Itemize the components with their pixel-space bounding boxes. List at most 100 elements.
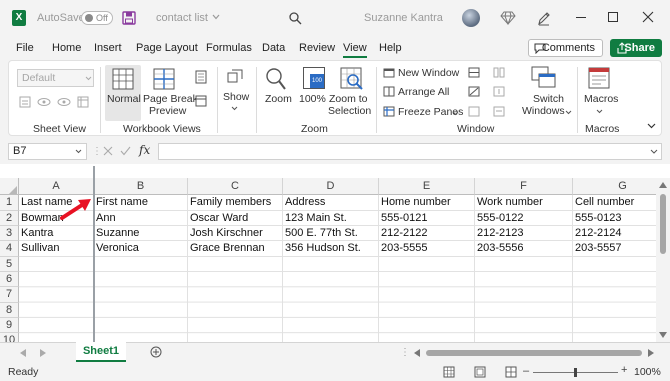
search-icon[interactable] bbox=[288, 11, 302, 25]
synchronous-scrolling-icon[interactable] bbox=[493, 86, 505, 97]
document-title[interactable]: contact list bbox=[156, 12, 208, 24]
vertical-scroll-thumb[interactable] bbox=[660, 194, 666, 254]
autosave-toggle[interactable]: Off bbox=[81, 11, 113, 25]
row-header-5[interactable]: 5 bbox=[0, 257, 19, 272]
column-header-c[interactable]: C bbox=[188, 178, 283, 195]
avatar[interactable] bbox=[462, 9, 480, 27]
scroll-up-icon[interactable] bbox=[659, 182, 667, 188]
collapse-ribbon-icon[interactable] bbox=[647, 123, 656, 129]
sheet-tab-sheet1[interactable]: Sheet1 bbox=[76, 342, 126, 362]
unhide-icon[interactable] bbox=[468, 106, 480, 117]
prev-sheet-icon[interactable] bbox=[20, 349, 26, 357]
freeze-pane-divider[interactable] bbox=[93, 166, 95, 342]
page-layout-status-icon[interactable] bbox=[474, 366, 486, 378]
zoom-slider-thumb[interactable] bbox=[574, 368, 577, 377]
cell-d2[interactable]: 123 Main St. bbox=[283, 211, 379, 226]
row-header-9[interactable]: 9 bbox=[0, 318, 19, 333]
vertical-scrollbar[interactable] bbox=[656, 178, 670, 344]
insert-function-icon[interactable]: fx bbox=[139, 143, 150, 157]
page-layout-view-icon[interactable] bbox=[195, 70, 207, 84]
save-icon[interactable] bbox=[122, 11, 136, 25]
zoom-100-icon[interactable]: 100 bbox=[303, 67, 325, 89]
column-header-b[interactable]: B bbox=[94, 178, 188, 195]
new-window-label[interactable]: New Window bbox=[398, 67, 459, 79]
pen-icon[interactable] bbox=[537, 10, 551, 26]
normal-view-status-icon[interactable] bbox=[443, 366, 455, 378]
maximize-icon[interactable] bbox=[608, 12, 618, 22]
cell-g3[interactable]: 212-2124 bbox=[573, 226, 656, 241]
user-name[interactable]: Suzanne Kantra bbox=[364, 12, 443, 24]
split-icon[interactable] bbox=[468, 67, 480, 78]
column-header-e[interactable]: E bbox=[379, 178, 475, 195]
cell-c1[interactable]: Family members bbox=[188, 195, 283, 211]
chevron-down-icon[interactable] bbox=[75, 149, 82, 154]
horizontal-scroll-thumb[interactable] bbox=[426, 350, 642, 356]
cancel-icon[interactable] bbox=[103, 146, 113, 156]
cell-d4[interactable]: 356 Hudson St. bbox=[283, 241, 379, 257]
row-header-2[interactable]: 2 bbox=[0, 211, 19, 226]
sheet-view-keep-icon[interactable] bbox=[19, 96, 31, 108]
cell-g2[interactable]: 555-0123 bbox=[573, 211, 656, 226]
scroll-left-icon[interactable] bbox=[414, 349, 420, 357]
row-header-10[interactable]: 10 bbox=[0, 333, 19, 342]
menu-home[interactable]: Home bbox=[52, 42, 81, 54]
scroll-down-icon[interactable] bbox=[659, 332, 667, 338]
cell-f4[interactable]: 203-5556 bbox=[475, 241, 573, 257]
menu-help[interactable]: Help bbox=[379, 42, 402, 54]
column-header-f[interactable]: F bbox=[475, 178, 573, 195]
cell-c3[interactable]: Josh Kirschner bbox=[188, 226, 283, 241]
add-sheet-icon[interactable] bbox=[150, 346, 162, 358]
row-header-7[interactable]: 7 bbox=[0, 287, 19, 303]
hide-icon[interactable] bbox=[468, 86, 480, 97]
sheet-view-options-icon[interactable] bbox=[77, 96, 89, 108]
row-header-6[interactable]: 6 bbox=[0, 272, 19, 287]
next-sheet-icon[interactable] bbox=[40, 349, 46, 357]
zoom-in-icon[interactable]: + bbox=[621, 365, 627, 376]
switch-windows-icon[interactable] bbox=[531, 66, 557, 90]
sheet-view-exit-icon[interactable] bbox=[37, 97, 51, 107]
cell-c4[interactable]: Grace Brennan bbox=[188, 241, 283, 257]
close-icon[interactable] bbox=[642, 11, 654, 23]
cell-f1[interactable]: Work number bbox=[475, 195, 573, 211]
cell-a4[interactable]: Sullivan bbox=[19, 241, 94, 257]
column-header-d[interactable]: D bbox=[283, 178, 379, 195]
row-header-4[interactable]: 4 bbox=[0, 241, 19, 257]
zoom-level[interactable]: 100% bbox=[634, 366, 661, 378]
macros-icon[interactable] bbox=[587, 66, 611, 90]
zoom-to-selection-icon[interactable] bbox=[340, 67, 364, 91]
menu-formulas[interactable]: Formulas bbox=[206, 42, 252, 54]
cell-g1[interactable]: Cell number bbox=[573, 195, 656, 211]
column-header-g[interactable]: G bbox=[573, 178, 656, 195]
row-header-1[interactable]: 1 bbox=[0, 195, 19, 211]
scroll-right-icon[interactable] bbox=[648, 349, 654, 357]
cell-d1[interactable]: Address bbox=[283, 195, 379, 211]
formula-input[interactable] bbox=[158, 143, 662, 160]
diamond-icon[interactable] bbox=[500, 11, 516, 25]
cell-b3[interactable]: Suzanne bbox=[94, 226, 188, 241]
page-break-status-icon[interactable] bbox=[505, 366, 517, 378]
sheet-view-select[interactable]: Default bbox=[17, 69, 94, 87]
row-header-8[interactable]: 8 bbox=[0, 303, 19, 318]
cell-e3[interactable]: 212-2122 bbox=[379, 226, 475, 241]
zoom-icon[interactable] bbox=[265, 67, 287, 91]
cell-b1[interactable]: First name bbox=[94, 195, 188, 211]
cell-d3[interactable]: 500 E. 77th St. bbox=[283, 226, 379, 241]
cell-a3[interactable]: Kantra bbox=[19, 226, 94, 241]
custom-views-icon[interactable] bbox=[195, 95, 207, 107]
row-header-3[interactable]: 3 bbox=[0, 226, 19, 241]
menu-review[interactable]: Review bbox=[299, 42, 335, 54]
cell-b4[interactable]: Veronica bbox=[94, 241, 188, 257]
view-side-by-side-icon[interactable] bbox=[493, 67, 505, 78]
menu-view[interactable]: View bbox=[343, 42, 367, 58]
chevron-down-icon[interactable] bbox=[212, 14, 220, 20]
show-label[interactable]: Show bbox=[223, 91, 249, 103]
menu-page-layout[interactable]: Page Layout bbox=[136, 42, 198, 54]
zoom-out-icon[interactable]: – bbox=[523, 366, 529, 377]
cell-e4[interactable]: 203-5555 bbox=[379, 241, 475, 257]
tab-split-grip-icon[interactable]: ⋮ bbox=[400, 347, 410, 358]
menu-insert[interactable]: Insert bbox=[94, 42, 122, 54]
arrange-all-label[interactable]: Arrange All bbox=[398, 86, 449, 98]
cell-b2[interactable]: Ann bbox=[94, 211, 188, 226]
enter-check-icon[interactable] bbox=[120, 146, 131, 156]
worksheet-grid[interactable]: A B C D E F G 1 2 3 4 5 6 7 8 9 10 Last … bbox=[0, 178, 656, 342]
